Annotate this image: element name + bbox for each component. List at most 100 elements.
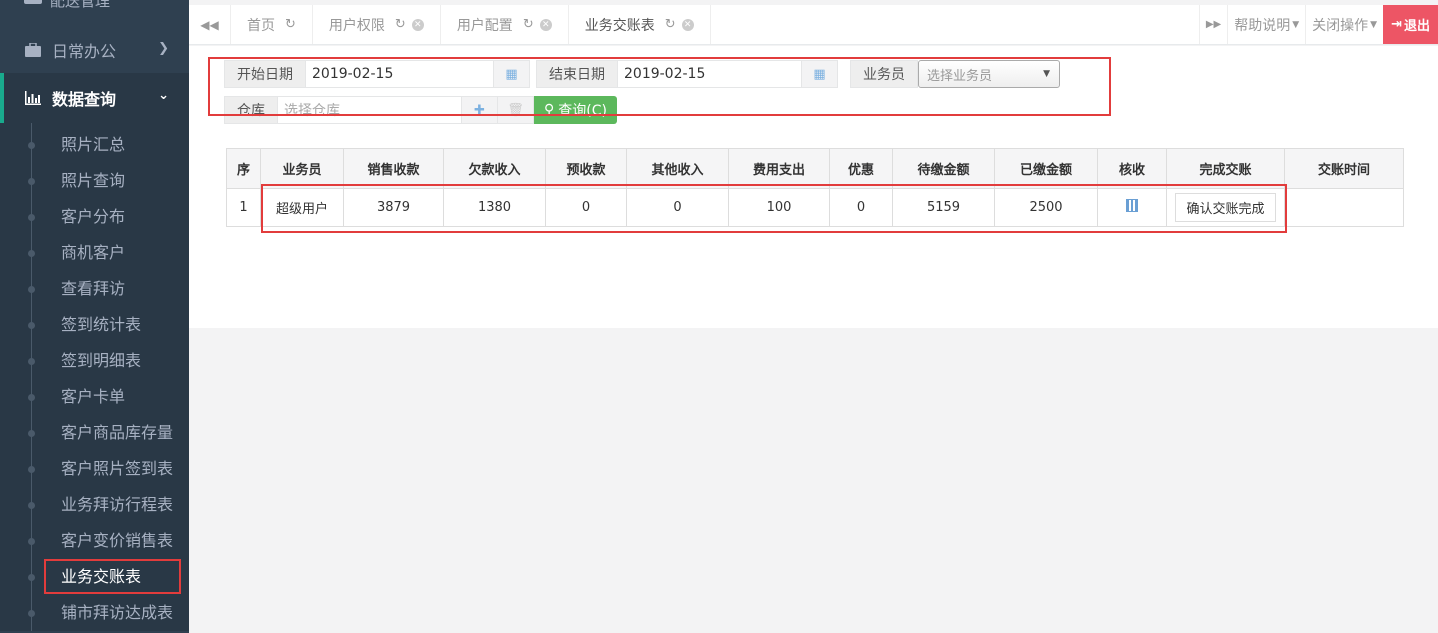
filter-row-2: 仓库 选择仓库 ✚ 🗑 ⚲ 查询(C) bbox=[224, 96, 617, 124]
help-dropdown[interactable]: 帮助说明 ▼ bbox=[1227, 5, 1305, 44]
chevron-down-icon: ⌄ bbox=[158, 88, 169, 103]
start-date-input[interactable]: 2019-02-15 bbox=[306, 61, 493, 87]
sidebar-item-checkin-stats[interactable]: 签到统计表 bbox=[0, 307, 189, 343]
refresh-icon[interactable]: ↻ bbox=[395, 17, 406, 32]
end-date-input[interactable]: 2019-02-15 bbox=[618, 61, 801, 87]
logout-button[interactable]: ⇥ 退出 bbox=[1383, 5, 1438, 44]
sidebar-item-price-change-sales[interactable]: 客户变价销售表 bbox=[0, 523, 189, 559]
sidebar-item-market-visit-achievement[interactable]: 铺市拜访达成表 bbox=[0, 595, 189, 631]
bar-chart-icon bbox=[24, 90, 42, 106]
tab-user-config[interactable]: 用户配置 ↻ ✕ bbox=[441, 5, 569, 44]
tab-home[interactable]: 首页 ↻ bbox=[231, 5, 313, 44]
tab-user-permissions[interactable]: 用户权限 ↻ ✕ bbox=[313, 5, 441, 44]
settlement-table: 序 业务员 销售收款 欠款收入 预收款 其他收入 费用支出 优惠 待缴金额 已缴… bbox=[226, 148, 1404, 227]
cell-debt-income: 1380 bbox=[443, 188, 546, 227]
close-icon[interactable]: ✕ bbox=[681, 18, 694, 31]
cell-settle-time bbox=[1284, 188, 1404, 227]
close-operations-dropdown[interactable]: 关闭操作 ▼ bbox=[1305, 5, 1383, 44]
cell-verify bbox=[1097, 188, 1167, 227]
calculator-icon[interactable] bbox=[1126, 199, 1138, 212]
cell-salesman: 超级用户 bbox=[260, 188, 344, 227]
sidebar-item-customer-photo-checkin[interactable]: 客户照片签到表 bbox=[0, 451, 189, 487]
col-other-income: 其他收入 bbox=[626, 148, 729, 189]
sidebar-menu-daily-office[interactable]: 日常办公 ❯ bbox=[0, 26, 189, 73]
sidebar-item-view-visits[interactable]: 查看拜访 bbox=[0, 271, 189, 307]
salesman-label: 业务员 bbox=[850, 60, 918, 88]
tab-bar: ◀◀ 首页 ↻ 用户权限 ↻ ✕ 用户配置 ↻ ✕ 业务交账表 ↻ ✕ ▶▶ 帮… bbox=[189, 5, 1438, 45]
sidebar-item-customer-distribution[interactable]: 客户分布 bbox=[0, 199, 189, 235]
warehouse-label: 仓库 bbox=[225, 97, 278, 123]
calendar-icon[interactable]: ▦ bbox=[493, 61, 529, 87]
sidebar-item-delivery[interactable]: 配送管理 bbox=[0, 0, 189, 26]
cell-complete: 确认交账完成 bbox=[1166, 188, 1285, 227]
search-icon: ⚲ bbox=[544, 102, 555, 118]
sidebar: 配送管理 日常办公 ❯ 数据查询 ⌄ 照片汇总 照片查询 客户分布 商机客户 查… bbox=[0, 0, 189, 633]
start-date-group: 开始日期 2019-02-15 ▦ bbox=[224, 60, 530, 88]
query-button[interactable]: ⚲ 查询(C) bbox=[534, 96, 617, 124]
cell-paid: 2500 bbox=[994, 188, 1098, 227]
caret-down-icon: ▼ bbox=[1370, 19, 1378, 30]
col-pending: 待缴金额 bbox=[892, 148, 995, 189]
sidebar-menu-data-query[interactable]: 数据查询 ⌄ bbox=[0, 73, 189, 123]
caret-down-icon: ▼ bbox=[1292, 19, 1300, 30]
trash-icon[interactable]: 🗑 bbox=[497, 97, 533, 123]
cell-other-income: 0 bbox=[626, 188, 729, 227]
start-date-label: 开始日期 bbox=[225, 61, 306, 87]
chevron-right-icon: ❯ bbox=[158, 41, 169, 56]
col-advance: 预收款 bbox=[545, 148, 627, 189]
plus-icon[interactable]: ✚ bbox=[461, 97, 497, 123]
sidebar-item-visit-itinerary[interactable]: 业务拜访行程表 bbox=[0, 487, 189, 523]
caret-down-icon: ▼ bbox=[1043, 69, 1050, 79]
end-date-label: 结束日期 bbox=[537, 61, 618, 87]
col-discount: 优惠 bbox=[829, 148, 893, 189]
highlight-box bbox=[44, 559, 181, 594]
confirm-settlement-button[interactable]: 确认交账完成 bbox=[1175, 193, 1276, 222]
cell-expense: 100 bbox=[728, 188, 830, 227]
salesman-select[interactable]: 选择业务员 ▼ bbox=[918, 60, 1060, 88]
sidebar-item-customer-stock[interactable]: 客户商品库存量 bbox=[0, 415, 189, 451]
warehouse-input[interactable]: 选择仓库 bbox=[278, 97, 461, 123]
sidebar-item-photo-query[interactable]: 照片查询 bbox=[0, 163, 189, 199]
sidebar-item-photo-summary[interactable]: 照片汇总 bbox=[0, 127, 189, 163]
double-chevron-left-icon: ◀◀ bbox=[200, 17, 219, 32]
cell-pending: 5159 bbox=[892, 188, 995, 227]
cell-discount: 0 bbox=[829, 188, 893, 227]
sidebar-item-customer-card[interactable]: 客户卡单 bbox=[0, 379, 189, 415]
tab-scroll-left-button[interactable]: ◀◀ bbox=[189, 5, 231, 44]
col-sales-receipt: 销售收款 bbox=[343, 148, 444, 189]
double-chevron-right-icon: ▶▶ bbox=[1205, 19, 1222, 30]
tab-scroll-right-button[interactable]: ▶▶ bbox=[1198, 5, 1227, 44]
sidebar-submenu: 照片汇总 照片查询 客户分布 商机客户 查看拜访 签到统计表 签到明细表 客户卡… bbox=[0, 123, 189, 631]
col-paid: 已缴金额 bbox=[994, 148, 1098, 189]
cell-sales-receipt: 3879 bbox=[343, 188, 444, 227]
refresh-icon[interactable]: ↻ bbox=[523, 17, 534, 32]
col-expense: 费用支出 bbox=[728, 148, 830, 189]
end-date-group: 结束日期 2019-02-15 ▦ bbox=[536, 60, 838, 88]
cell-advance: 0 bbox=[545, 188, 627, 227]
sign-out-icon: ⇥ bbox=[1391, 17, 1402, 32]
table-row: 1 超级用户 3879 1380 0 0 100 0 5159 2500 确认交… bbox=[226, 188, 1404, 227]
col-complete: 完成交账 bbox=[1166, 148, 1285, 189]
main-content: 开始日期 2019-02-15 ▦ 结束日期 2019-02-15 ▦ 业务员 … bbox=[189, 46, 1438, 328]
sidebar-item-opportunity-customer[interactable]: 商机客户 bbox=[0, 235, 189, 271]
sidebar-item-business-settlement[interactable]: 业务交账表 bbox=[0, 559, 189, 595]
cell-index: 1 bbox=[226, 188, 261, 227]
tab-business-settlement[interactable]: 业务交账表 ↻ ✕ bbox=[568, 5, 711, 44]
table-header-row: 序 业务员 销售收款 欠款收入 预收款 其他收入 费用支出 优惠 待缴金额 已缴… bbox=[226, 148, 1404, 189]
calendar-icon[interactable]: ▦ bbox=[801, 61, 837, 87]
truck-icon bbox=[24, 0, 42, 4]
close-icon[interactable]: ✕ bbox=[411, 18, 424, 31]
filter-row-1: 开始日期 2019-02-15 ▦ 结束日期 2019-02-15 ▦ 业务员 … bbox=[224, 60, 1060, 88]
close-icon[interactable]: ✕ bbox=[539, 18, 552, 31]
refresh-icon[interactable]: ↻ bbox=[665, 17, 676, 32]
refresh-icon[interactable]: ↻ bbox=[285, 17, 296, 32]
salesman-group: 业务员 选择业务员 ▼ bbox=[850, 60, 1060, 88]
col-settle-time: 交账时间 bbox=[1284, 148, 1404, 189]
col-salesman: 业务员 bbox=[260, 148, 344, 189]
tab-bar-right: ▶▶ 帮助说明 ▼ 关闭操作 ▼ ⇥ 退出 bbox=[1198, 5, 1438, 44]
col-index: 序 bbox=[226, 148, 261, 189]
sidebar-item-checkin-detail[interactable]: 签到明细表 bbox=[0, 343, 189, 379]
warehouse-group: 仓库 选择仓库 ✚ 🗑 bbox=[224, 96, 534, 124]
briefcase-icon bbox=[24, 42, 42, 58]
col-debt-income: 欠款收入 bbox=[443, 148, 546, 189]
